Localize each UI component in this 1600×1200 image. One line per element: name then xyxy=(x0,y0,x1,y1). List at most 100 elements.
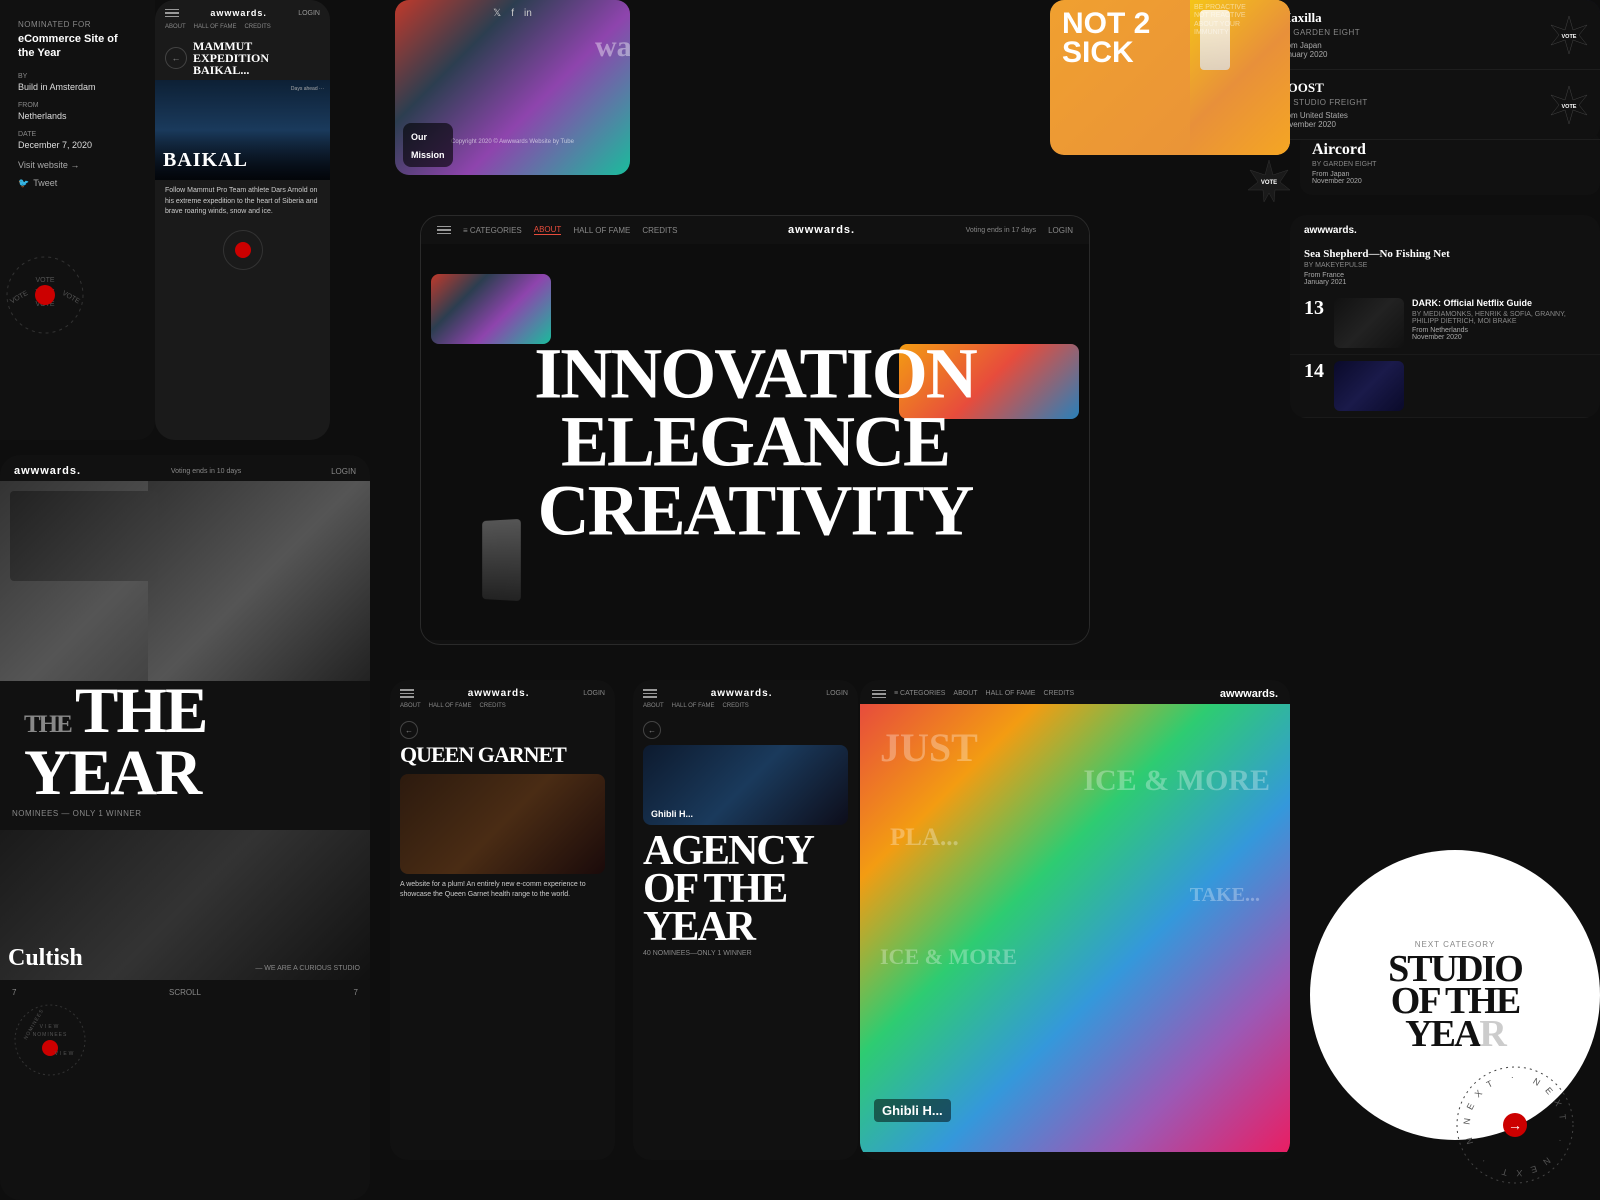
list-entry-14: 14 xyxy=(1290,355,1600,418)
agency-nav: ABOUT HALL OF FAME CREDITS xyxy=(633,703,858,713)
vote-badge-not-sick[interactable]: VOTE xyxy=(1248,160,1290,207)
blm-login[interactable]: LOGIN xyxy=(331,467,356,476)
mlr-ghibli-text: Ghibli H... xyxy=(882,1103,943,1118)
nav-hall[interactable]: HALL OF FAME xyxy=(573,226,630,235)
visit-link[interactable]: Visit website → xyxy=(18,160,137,170)
main-ss-header: ≡ CATEGORIES ABOUT HALL OF FAME CREDITS … xyxy=(421,216,1089,244)
svg-text:NOMINEES: NOMINEES xyxy=(33,1032,68,1038)
vote-circle-left[interactable]: VOTE VOTE VOTE VOTE VOTE xyxy=(0,250,90,340)
bottom-left-mockup: awwwards. Voting ends in 10 days LOGIN T… xyxy=(0,455,370,1200)
nav-about[interactable]: ABOUT xyxy=(534,225,562,235)
page-prev: 7 xyxy=(12,988,16,997)
maxilla-vote[interactable]: VOTE xyxy=(1550,16,1588,54)
agency-login[interactable]: LOGIN xyxy=(826,690,848,697)
from-label: From xyxy=(18,102,137,109)
qg-nav-about[interactable]: ABOUT xyxy=(400,703,421,709)
boost-vote[interactable]: VOTE xyxy=(1550,86,1588,124)
mobile-login[interactable]: LOGIN xyxy=(298,10,320,17)
maxilla-entry: Maxilla BY GARDEN EIGHT From Japan Janua… xyxy=(1265,0,1600,70)
right-list-logo: awwwards. xyxy=(1304,225,1586,236)
nav-credits[interactable]: CREDITS xyxy=(642,226,677,235)
linkedin-social-icon[interactable]: in xyxy=(524,8,532,19)
blm-collage-right xyxy=(148,481,370,681)
ghibli-image: Ghibli H... xyxy=(643,745,848,825)
maxilla-boost-entries: Maxilla BY GARDEN EIGHT From Japan Janua… xyxy=(1265,0,1600,140)
agency-nav-about[interactable]: ABOUT xyxy=(643,703,664,709)
main-screenshot: ≡ CATEGORIES ABOUT HALL OF FAME CREDITS … xyxy=(420,215,1090,645)
boost-title: BOOST xyxy=(1279,80,1586,96)
aircord-entry: Aircord BY GARDEN EIGHT From Japan Novem… xyxy=(1300,131,1600,195)
maxilla-author: BY GARDEN EIGHT xyxy=(1279,28,1586,37)
mlr-hall[interactable]: HALL OF FAME xyxy=(986,690,1036,699)
mobile-nav-hall[interactable]: HALL OF FAME xyxy=(194,24,237,30)
mission-text: OurMission xyxy=(411,132,445,160)
agency-nav-hall[interactable]: HALL OF FAME xyxy=(672,703,715,709)
aircord-origin: From Japan xyxy=(1312,171,1588,178)
view-nominees-circle[interactable]: VIEW NOMINEES VIEW NOMINEES xyxy=(10,1000,90,1080)
mlr-hamburger[interactable] xyxy=(872,690,886,699)
mlr-body: JUST ICE & MORE PLA... TAKE... ICE & MOR… xyxy=(860,704,1290,1152)
tweet-button[interactable]: 🐦 Tweet xyxy=(18,178,137,189)
hamburger-icon[interactable] xyxy=(165,9,179,18)
maxilla-origin: From Japan xyxy=(1279,41,1586,50)
blm-hero xyxy=(0,481,370,681)
cultish-sub: — WE ARE A CURIOUS STUDIO xyxy=(255,965,360,972)
svg-text:VOTE: VOTE xyxy=(1562,34,1577,40)
agency-back-icon[interactable]: ← xyxy=(643,721,661,739)
baikal-title: MAMMUTEXPEDITIONBAIKAL... xyxy=(193,40,269,76)
boost-author: BY STUDIO FREIGHT xyxy=(1279,98,1586,107)
agency-title: AGENCYOF THE YEAR xyxy=(643,833,848,946)
qg-nav-credits[interactable]: CREDITS xyxy=(479,703,505,709)
cultish-bg: Cultish — WE ARE A CURIOUS STUDIO xyxy=(0,830,370,980)
large-colorful-mockup: ≡ CATEGORIES ABOUT HALL OF FAME CREDITS … xyxy=(860,680,1290,1160)
svg-text:VOTE: VOTE xyxy=(61,290,81,306)
qg-login[interactable]: LOGIN xyxy=(583,690,605,697)
sea-shepherd-entry: Sea Shepherd—No Fishing Net BY MAKEYEPUL… xyxy=(1290,242,1600,292)
twitter-social-icon[interactable]: 𝕏 xyxy=(493,8,501,19)
sea-shepherd-author: BY MAKEYEPULSE xyxy=(1304,262,1586,269)
next-circle[interactable]: NEXT · NEXT · NEXT · NEXT · NEXT · → xyxy=(1450,1060,1580,1190)
studio-title: STUDIOOF THEYEAR xyxy=(1388,953,1522,1050)
main-ss-nav: ≡ CATEGORIES ABOUT HALL OF FAME CREDITS xyxy=(437,225,678,235)
the-year-section: THE THE YEAR xyxy=(0,681,370,805)
mobile-nav-credits[interactable]: CREDITS xyxy=(244,24,270,30)
agency-nominees: 40 NOMINEES—ONLY 1 WINNER xyxy=(643,950,848,957)
main-ss-body: INNOVATION ELEGANCE CREATIVITY xyxy=(421,244,1089,640)
main-login[interactable]: LOGIN xyxy=(1048,226,1073,235)
baikal-img-text: BAIKAL xyxy=(163,149,248,172)
mlr-about[interactable]: ABOUT xyxy=(953,690,977,699)
collage-image: 𝕏 f in Copyright 2020 © Awwwards Website… xyxy=(395,0,630,175)
collage-top-center: 𝕏 f in Copyright 2020 © Awwwards Website… xyxy=(395,0,630,175)
svg-text:VOTE: VOTE xyxy=(1562,104,1577,110)
the-year-text: THE THE YEAR xyxy=(12,681,358,805)
main-hamburger[interactable] xyxy=(437,226,451,235)
play-button[interactable] xyxy=(223,230,263,270)
maxilla-title: Maxilla xyxy=(1279,10,1586,26)
qg-header: awwwards. LOGIN xyxy=(390,680,615,703)
agency-hamburger[interactable] xyxy=(643,689,657,698)
scroll-label[interactable]: SCROLL xyxy=(169,988,201,997)
collage-text-5: ICE & MORE xyxy=(880,944,1017,970)
boost-origin: From United States xyxy=(1279,111,1586,120)
baikal-image: BAIKAL Days ahead ··· xyxy=(155,80,330,180)
qg-logo: awwwards. xyxy=(468,688,530,699)
play-inner xyxy=(235,242,251,258)
mlr-categories[interactable]: ≡ CATEGORIES xyxy=(894,690,945,699)
qg-nav-hall[interactable]: HALL OF FAME xyxy=(429,703,472,709)
nav-categories[interactable]: ≡ CATEGORIES xyxy=(463,226,522,235)
by-value: Build in Amsterdam xyxy=(18,82,137,92)
qg-back-icon[interactable]: ← xyxy=(400,721,418,739)
entry-13-info: DARK: Official Netflix Guide BY MEDIAMON… xyxy=(1412,298,1586,341)
maxilla-date: January 2020 xyxy=(1279,50,1586,59)
sea-shepherd-origin: From France xyxy=(1304,272,1586,279)
social-icons: 𝕏 f in xyxy=(493,8,532,19)
cultish-text-overlay: Cultish xyxy=(8,945,83,972)
qg-hamburger[interactable] xyxy=(400,689,414,698)
main-product xyxy=(481,520,541,610)
mlr-credits[interactable]: CREDITS xyxy=(1043,690,1074,699)
mobile-nav-about[interactable]: ABOUT xyxy=(165,24,186,30)
facebook-social-icon[interactable]: f xyxy=(511,8,514,19)
bottom-mockups: awwwards. LOGIN ABOUT HALL OF FAME CREDI… xyxy=(390,680,858,1160)
agency-nav-credits[interactable]: CREDITS xyxy=(722,703,748,709)
back-icon[interactable]: ← xyxy=(165,47,187,69)
